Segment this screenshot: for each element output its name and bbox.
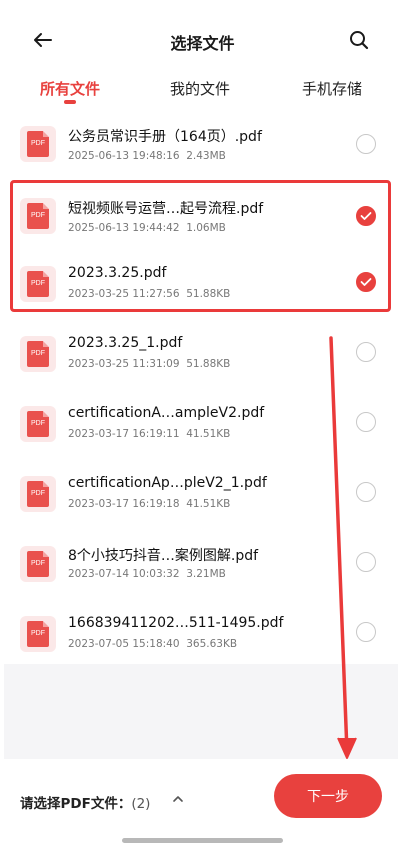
select-radio-checked[interactable] [356,206,376,226]
checkmark-icon [360,278,372,286]
search-icon [350,31,369,50]
file-size: 41.51KB [186,498,231,510]
search-button[interactable] [344,26,374,54]
file-meta: 2023-07-14 10:03:32 3.21MB [68,568,226,580]
file-meta: 2023-03-25 11:27:56 51.88KB [68,288,230,300]
pdf-file-icon: PDF [20,616,56,652]
pdf-file-icon: PDF [20,476,56,512]
select-radio[interactable] [356,482,376,502]
next-step-button[interactable]: 下一步 [274,774,382,818]
pdf-file-icon: PDF [20,336,56,372]
file-row[interactable]: PDF 短视频账号运营…起号流程.pdf 2025-06-13 19:44:42… [0,194,405,264]
file-name: certificationAp…pleV2_1.pdf [68,475,267,491]
pdf-file-icon: PDF [20,198,56,234]
pdf-file-icon: PDF [20,406,56,442]
file-list: PDF 公务员常识手册（164页）.pdf 2025-06-13 19:48:1… [0,112,405,664]
select-radio-checked[interactable] [356,272,376,292]
select-radio[interactable] [356,412,376,432]
tab-label: 我的文件 [169,80,230,98]
file-size: 51.88KB [186,358,231,370]
file-name: 2023.3.25.pdf [68,265,167,281]
file-meta: 2025-06-13 19:48:16 2.43MB [68,150,226,162]
file-name: 短视频账号运营…起号流程.pdf [68,201,264,217]
select-radio[interactable] [356,622,376,642]
selection-summary[interactable]: 请选择PDF文件：(2) [20,792,150,812]
file-date: 2023-03-17 16:19:11 [68,428,180,440]
file-size: 365.63KB [186,638,238,650]
file-name: certificationA…ampleV2.pdf [68,405,265,421]
select-radio[interactable] [356,552,376,572]
file-meta: 2025-06-13 19:44:42 1.06MB [68,222,226,234]
file-meta: 2023-03-25 11:31:09 51.88KB [68,358,230,370]
list-empty-area [4,664,398,759]
active-tab-indicator [64,100,76,104]
file-size: 41.51KB [186,428,231,440]
checkmark-icon [360,212,372,220]
file-date: 2025-06-13 19:48:16 [68,150,180,162]
chevron-up-icon[interactable] [172,793,184,805]
file-date: 2023-03-25 11:31:09 [68,358,180,370]
file-size: 51.88KB [186,288,231,300]
file-date: 2023-07-05 15:18:40 [68,638,180,650]
file-date: 2023-07-14 10:03:32 [68,568,180,580]
file-row[interactable]: PDF 公务员常识手册（164页）.pdf 2025-06-13 19:48:1… [0,112,405,182]
file-row[interactable]: PDF 2023.3.25.pdf 2023-03-25 11:27:56 51… [0,260,405,330]
tab-label: 所有文件 [39,80,100,98]
file-name: 8个小技巧抖音…案例图解.pdf [68,548,259,564]
file-row[interactable]: PDF certificationA…ampleV2.pdf 2023-03-1… [0,400,405,470]
tab-label: 手机存储 [301,80,362,98]
file-date: 2023-03-25 11:27:56 [68,288,180,300]
file-date: 2023-03-17 16:19:18 [68,498,180,510]
file-name: 2023.3.25_1.pdf [68,335,183,351]
home-indicator [122,838,283,843]
pdf-file-icon: PDF [20,546,56,582]
select-radio[interactable] [356,134,376,154]
file-meta: 2023-07-05 15:18:40 365.63KB [68,638,237,650]
file-date: 2025-06-13 19:44:42 [68,222,180,234]
file-name: 166839411202…511-1495.pdf [68,615,284,631]
pdf-file-icon: PDF [20,266,56,302]
file-size: 1.06MB [186,222,226,234]
file-meta: 2023-03-17 16:19:11 41.51KB [68,428,230,440]
file-name: 公务员常识手册（164页）.pdf [68,129,262,145]
selection-count: (2) [131,796,151,812]
select-radio[interactable] [356,342,376,362]
file-row[interactable]: PDF 2023.3.25_1.pdf 2023-03-25 11:31:09 … [0,330,405,400]
selection-label: 请选择PDF文件： [20,796,132,812]
pdf-file-icon: PDF [20,126,56,162]
file-size: 3.21MB [186,568,226,580]
header: 选择文件 [0,0,405,80]
file-meta: 2023-03-17 16:19:18 41.51KB [68,498,230,510]
file-row[interactable]: PDF 8个小技巧抖音…案例图解.pdf 2023-07-14 10:03:32… [0,540,405,610]
file-row[interactable]: PDF certificationAp…pleV2_1.pdf 2023-03-… [0,470,405,540]
file-size: 2.43MB [186,150,226,162]
